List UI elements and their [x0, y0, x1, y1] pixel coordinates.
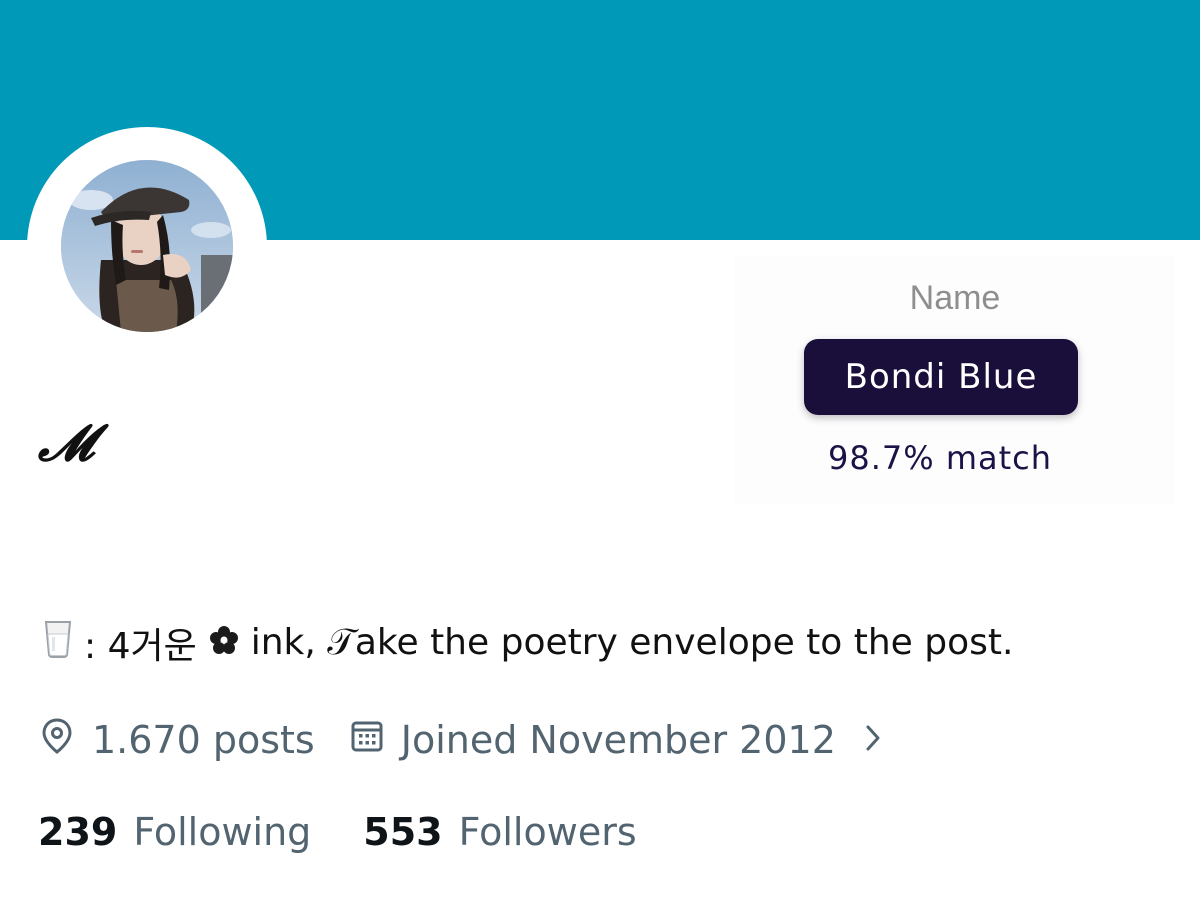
profile-bio: : 4거운 ink, 𝒯ake the poetry envelope to t…	[44, 617, 1013, 669]
posts-count: 1.670 posts	[92, 718, 315, 762]
match-percentage: 98.7% match	[827, 439, 1053, 477]
following-link[interactable]: 239 Following	[38, 810, 311, 854]
flower-icon	[209, 623, 239, 664]
joined-date: Joined November 2012	[400, 718, 836, 762]
bio-text-suffix: ink, 𝒯ake the poetry envelope to the pos…	[250, 622, 1014, 663]
color-name-label: Name	[909, 279, 1001, 317]
profile-meta: 1.670 posts Joined November 2012	[40, 712, 882, 768]
color-match-card: Name Bondi Blue 98.7% match	[735, 255, 1175, 505]
follow-stats: 239 Following 553 Followers	[38, 806, 637, 858]
location-pin-icon	[40, 717, 74, 764]
color-name-badge[interactable]: Bondi Blue	[804, 339, 1078, 415]
display-name: 𝓜	[38, 413, 94, 472]
posts-count-item: 1.670 posts	[40, 717, 315, 764]
following-count: 239	[38, 810, 118, 854]
joined-date-item[interactable]: Joined November 2012	[351, 718, 882, 762]
milk-glass-icon	[44, 620, 72, 667]
calendar-icon	[351, 718, 383, 762]
followers-label: Followers	[458, 810, 637, 854]
bio-text-prefix: : 4거운	[84, 626, 197, 667]
avatar[interactable]	[61, 160, 233, 332]
following-label: Following	[133, 810, 312, 854]
followers-link[interactable]: 553 Followers	[363, 810, 636, 854]
followers-count: 553	[363, 810, 443, 854]
chevron-right-icon[interactable]	[864, 718, 882, 762]
